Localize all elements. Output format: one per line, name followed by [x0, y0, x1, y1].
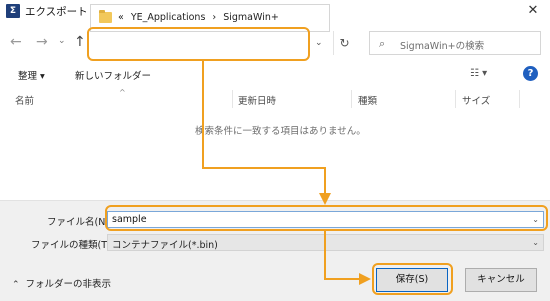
filename-label: ファイル名(N):: [47, 217, 113, 228]
column-name[interactable]: 名前: [15, 93, 34, 107]
hide-folders-label: フォルダーの非表示: [25, 279, 112, 290]
filetype-dropdown-chevron-icon[interactable]: ⌄: [532, 238, 539, 247]
chevron-up-icon: ⌃: [12, 280, 20, 290]
forward-arrow-icon[interactable]: →: [36, 34, 48, 50]
window-title: エクスポート: [25, 6, 88, 18]
empty-list-message: 検索条件に一致する項目はありません。: [195, 126, 366, 137]
breadcrumb-item-ye-applications[interactable]: YE_Applications: [131, 12, 206, 23]
address-dropdown-chevron-icon[interactable]: ⌄: [315, 38, 323, 48]
save-button[interactable]: 保存(S): [376, 268, 448, 292]
column-divider[interactable]: [351, 90, 352, 108]
view-options-icon[interactable]: ☷ ▾: [470, 68, 487, 79]
column-divider[interactable]: [232, 90, 233, 108]
close-button[interactable]: ✕: [516, 0, 550, 22]
command-bar: 整理 ▾ 新しいフォルダー ☷ ▾ ?: [0, 64, 550, 86]
column-headers: ^ 名前 更新日時 種類 サイズ: [0, 88, 550, 108]
help-icon[interactable]: ?: [523, 66, 538, 81]
organize-button[interactable]: 整理 ▾: [18, 68, 45, 82]
filename-dropdown-chevron-icon[interactable]: ⌄: [532, 215, 539, 224]
sigmawin-app-icon: Σ: [6, 4, 20, 18]
filetype-value[interactable]: コンテナファイル(*.bin): [112, 237, 218, 251]
filetype-select[interactable]: コンテナファイル(*.bin) ⌄: [107, 234, 544, 251]
folder-icon: [99, 10, 112, 23]
recent-locations-chevron-icon[interactable]: ⌄: [58, 36, 66, 46]
column-type[interactable]: 種類: [358, 93, 377, 107]
cancel-button[interactable]: キャンセル: [465, 268, 537, 292]
breadcrumb-separator[interactable]: ›: [212, 12, 216, 23]
column-size[interactable]: サイズ: [462, 93, 490, 107]
filename-value[interactable]: sample: [112, 214, 147, 225]
column-modified[interactable]: 更新日時: [238, 93, 276, 107]
address-bar[interactable]: « YE_Applications › SigmaWin+: [90, 4, 330, 32]
search-input[interactable]: ⌕ SigmaWin+の検索: [369, 31, 541, 55]
filename-field[interactable]: sample ⌄: [107, 211, 544, 228]
up-arrow-icon[interactable]: ↑: [74, 34, 86, 50]
breadcrumb-overflow[interactable]: «: [118, 12, 124, 23]
breadcrumb[interactable]: « YE_Applications › SigmaWin+: [118, 12, 286, 23]
column-divider[interactable]: [519, 90, 520, 108]
column-divider[interactable]: [455, 90, 456, 108]
back-arrow-icon[interactable]: ←: [10, 34, 22, 50]
search-placeholder: SigmaWin+の検索: [400, 41, 485, 52]
search-icon: ⌕: [379, 37, 386, 50]
hide-folders-toggle[interactable]: ⌃ フォルダーの非表示: [12, 276, 111, 290]
refresh-icon[interactable]: ↻: [333, 31, 355, 55]
filetype-label: ファイルの種類(T):: [31, 240, 114, 251]
save-options-panel: ファイル名(N): sample ⌄ ファイルの種類(T): コンテナファイル(…: [0, 200, 550, 301]
new-folder-button[interactable]: 新しいフォルダー: [75, 68, 151, 82]
breadcrumb-item-sigmawin[interactable]: SigmaWin+: [223, 12, 279, 23]
sort-caret-icon: ^: [119, 88, 126, 97]
